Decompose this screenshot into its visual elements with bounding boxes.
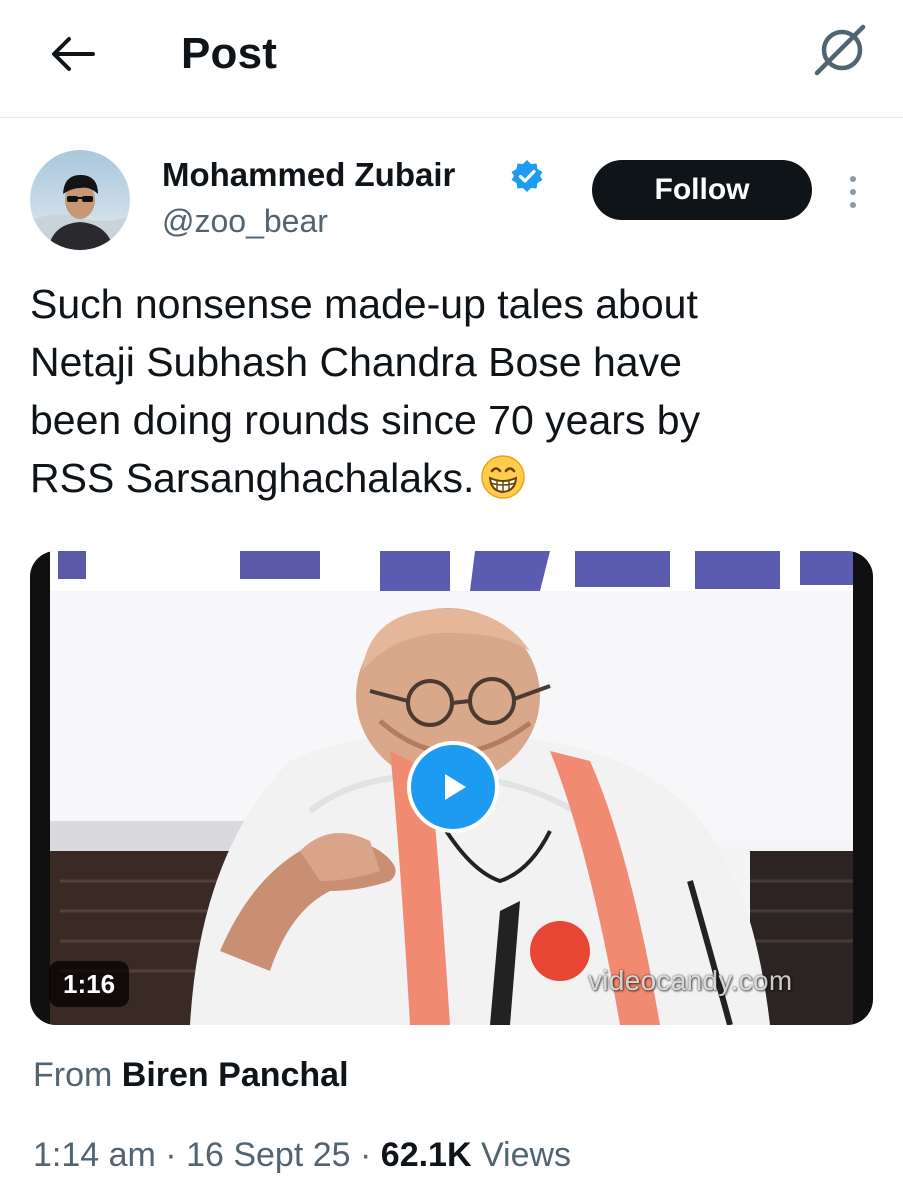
- play-button[interactable]: [407, 741, 499, 833]
- follow-button[interactable]: Follow: [592, 160, 812, 220]
- more-dot-icon: [850, 202, 856, 208]
- video-duration: 1:16: [49, 961, 130, 1007]
- more-dot-icon: [850, 176, 856, 182]
- meta-separator: ·: [350, 1136, 381, 1174]
- back-button[interactable]: [44, 28, 100, 80]
- views-count: 62.1K: [380, 1136, 472, 1174]
- avatar-photo: [30, 150, 130, 250]
- source-name-link[interactable]: Biren Panchal: [122, 1056, 349, 1094]
- video-source: From Biren Panchal: [33, 1055, 349, 1095]
- video-watermark: videocandy.com: [588, 965, 793, 996]
- display-name[interactable]: Mohammed Zubair: [162, 155, 455, 195]
- top-bar: Post: [0, 0, 903, 118]
- grinning-face-icon: [481, 455, 526, 499]
- source-prefix: From: [33, 1056, 113, 1094]
- video-player[interactable]: 1:16 videocandy.com: [30, 551, 873, 1025]
- avatar[interactable]: [30, 150, 130, 250]
- play-icon: [445, 774, 466, 800]
- post-time[interactable]: 1:14 am: [33, 1136, 156, 1174]
- grok-icon: [814, 24, 866, 76]
- meta-separator: ·: [155, 1136, 187, 1174]
- tweet-body: Such nonsense made-up tales about Netaji…: [30, 281, 701, 501]
- more-dot-icon: [850, 189, 856, 195]
- verified-badge-icon: [511, 160, 543, 192]
- more-options-button[interactable]: [836, 172, 870, 212]
- views-label: Views: [480, 1136, 572, 1174]
- grok-button[interactable]: [808, 18, 872, 82]
- author-handle[interactable]: @zoo_bear: [162, 201, 328, 241]
- post-metadata: 1:14 am · 16 Sept 25 · 62.1K Views: [33, 1135, 571, 1175]
- tweet-text: Such nonsense made-up tales about Netaji…: [30, 275, 880, 507]
- arrow-left-icon: [52, 37, 95, 71]
- page-title: Post: [181, 29, 278, 78]
- post-date[interactable]: 16 Sept 25: [186, 1136, 350, 1174]
